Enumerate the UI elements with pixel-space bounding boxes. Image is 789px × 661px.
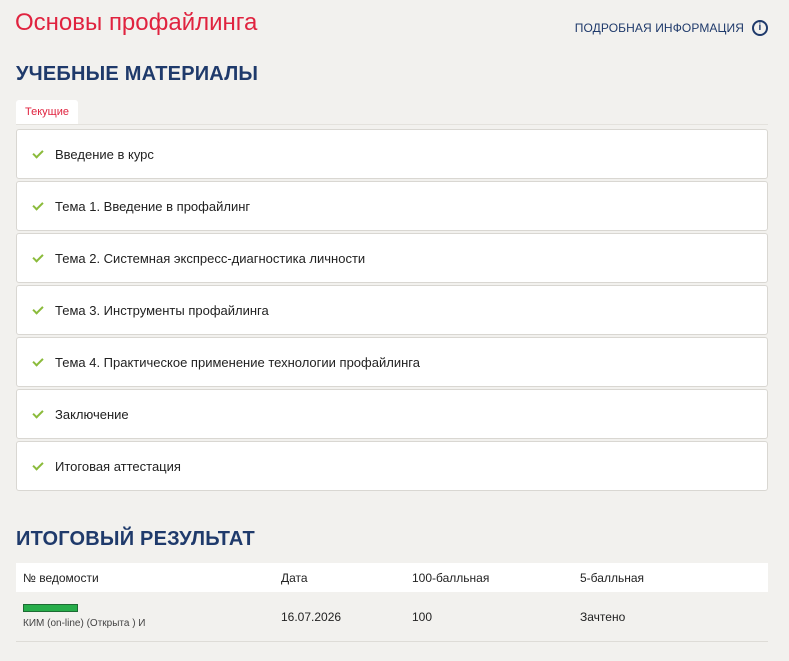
material-item[interactable]: Тема 1. Введение в профайлинг: [16, 181, 768, 231]
material-item-label: Тема 3. Инструменты профайлинга: [55, 302, 269, 318]
table-row: КИМ (on-line) (Открыта ) И 16.07.2026 10…: [16, 592, 768, 642]
material-item-label: Тема 1. Введение в профайлинг: [55, 198, 251, 214]
materials-list: Введение в курс Тема 1. Введение в профа…: [16, 129, 768, 493]
tab-divider: [16, 124, 768, 125]
check-icon: [33, 304, 45, 316]
material-item-label: Тема 2. Системная экспресс-диагностика л…: [55, 250, 366, 266]
result-heading: ИТОГОВЫЙ РЕЗУЛЬТАТ: [16, 528, 255, 550]
check-icon: [33, 356, 45, 368]
statement-name: КИМ (on-line) (Открыта ) И: [23, 618, 146, 629]
details-link[interactable]: ПОДРОБНАЯ ИНФОРМАЦИЯ i: [575, 20, 768, 36]
check-icon: [33, 252, 45, 264]
column-header: 5-балльная: [580, 570, 644, 585]
material-item[interactable]: Введение в курс: [16, 129, 768, 179]
info-icon: i: [752, 20, 768, 36]
material-item-label: Итоговая аттестация: [55, 458, 181, 474]
material-item[interactable]: Тема 4. Практическое применение технолог…: [16, 337, 768, 387]
score5-cell: Зачтено: [580, 609, 626, 624]
progress-bar: [23, 604, 78, 612]
column-header: № ведомости: [23, 570, 99, 585]
page-title: Основы профайлинга: [15, 9, 258, 36]
date-cell: 16.07.2026: [281, 609, 342, 624]
statement-cell: КИМ (on-line) (Открыта ) И: [16, 604, 281, 629]
material-item-label: Введение в курс: [55, 146, 154, 162]
check-icon: [33, 148, 45, 160]
materials-heading: УЧЕБНЫЕ МАТЕРИАЛЫ: [16, 63, 259, 85]
column-header: Дата: [281, 570, 308, 585]
material-item-label: Заключение: [55, 406, 129, 422]
check-icon: [33, 200, 45, 212]
column-header: 100-балльная: [412, 570, 490, 585]
material-item[interactable]: Тема 2. Системная экспресс-диагностика л…: [16, 233, 768, 283]
material-item-label: Тема 4. Практическое применение технолог…: [55, 354, 420, 370]
tab-current[interactable]: Текущие: [16, 100, 78, 125]
check-icon: [33, 460, 45, 472]
details-link-label: ПОДРОБНАЯ ИНФОРМАЦИЯ: [574, 21, 744, 35]
material-item[interactable]: Итоговая аттестация: [16, 441, 768, 491]
table-header: № ведомости Дата 100-балльная 5-балльная: [16, 563, 768, 592]
page: Основы профайлинга ПОДРОБНАЯ ИНФОРМАЦИЯ …: [0, 0, 789, 661]
material-item[interactable]: Заключение: [16, 389, 768, 439]
check-icon: [33, 408, 45, 420]
score100-cell: 100: [412, 609, 433, 624]
material-item[interactable]: Тема 3. Инструменты профайлинга: [16, 285, 768, 335]
result-table: № ведомости Дата 100-балльная 5-балльная…: [16, 563, 768, 642]
